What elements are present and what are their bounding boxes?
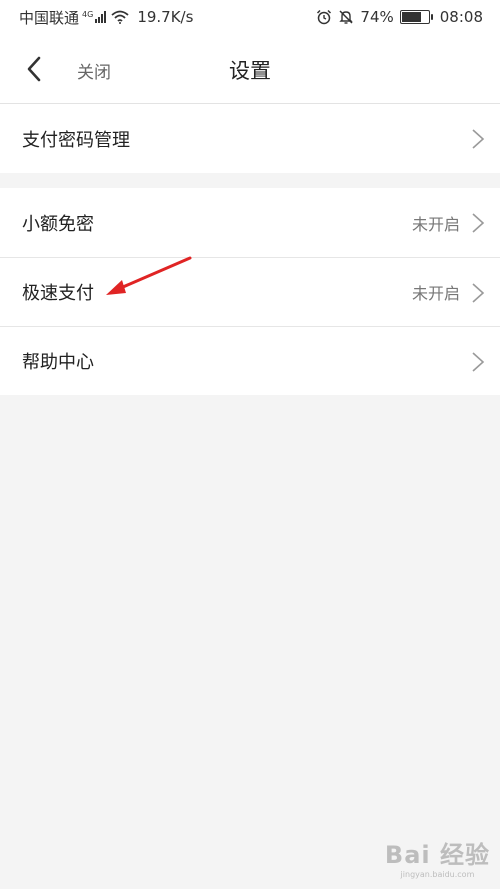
signal-icon: 4G <box>82 10 107 23</box>
alarm-icon <box>317 9 332 25</box>
settings-group-password: 支付密码管理 <box>0 104 500 173</box>
network-speed: 19.7K/s <box>137 8 194 26</box>
clock-time: 08:08 <box>439 8 483 26</box>
network-type: 4G <box>82 10 94 19</box>
row-status: 未开启 <box>411 284 460 303</box>
row-label: 帮助中心 <box>22 352 94 373</box>
chevron-right-icon <box>472 352 485 372</box>
row-status: 未开启 <box>411 214 460 234</box>
mute-bell-icon <box>339 10 354 24</box>
chevron-right-icon <box>472 129 485 149</box>
status-bar: 中国联通 4G 19.7K/s 74% 08:08 <box>0 0 500 34</box>
carrier-name: 中国联通 <box>19 8 80 27</box>
row-label: 支付密码管理 <box>22 129 130 151</box>
row-label: 极速支付 <box>22 283 94 304</box>
page-title: 设置 <box>229 59 271 83</box>
settings-group-payment: 小额免密 未开启 极速支付 未开启 帮助中心 <box>0 188 500 395</box>
watermark-url: jingyan.baidu.com <box>400 870 475 879</box>
row-label: 小额免密 <box>22 213 94 235</box>
settings-row-express-pay[interactable]: 极速支付 未开启 <box>0 257 500 326</box>
chevron-right-icon <box>472 213 485 233</box>
battery-icon <box>399 10 433 24</box>
settings-row-small-amount-free[interactable]: 小额免密 未开启 <box>0 188 500 257</box>
watermark: Bai 经验 jingyan.baidu.com <box>385 835 490 879</box>
chevron-right-icon <box>472 283 485 303</box>
wifi-icon <box>111 10 129 24</box>
settings-row-help-center[interactable]: 帮助中心 <box>0 326 500 395</box>
settings-row-password-manage[interactable]: 支付密码管理 <box>0 104 500 173</box>
watermark-logo: Bai 经验 <box>384 841 490 869</box>
battery-percent: 74% <box>360 8 394 26</box>
battery-fill <box>401 12 421 22</box>
nav-bar: 关闭 设置 <box>0 34 500 104</box>
